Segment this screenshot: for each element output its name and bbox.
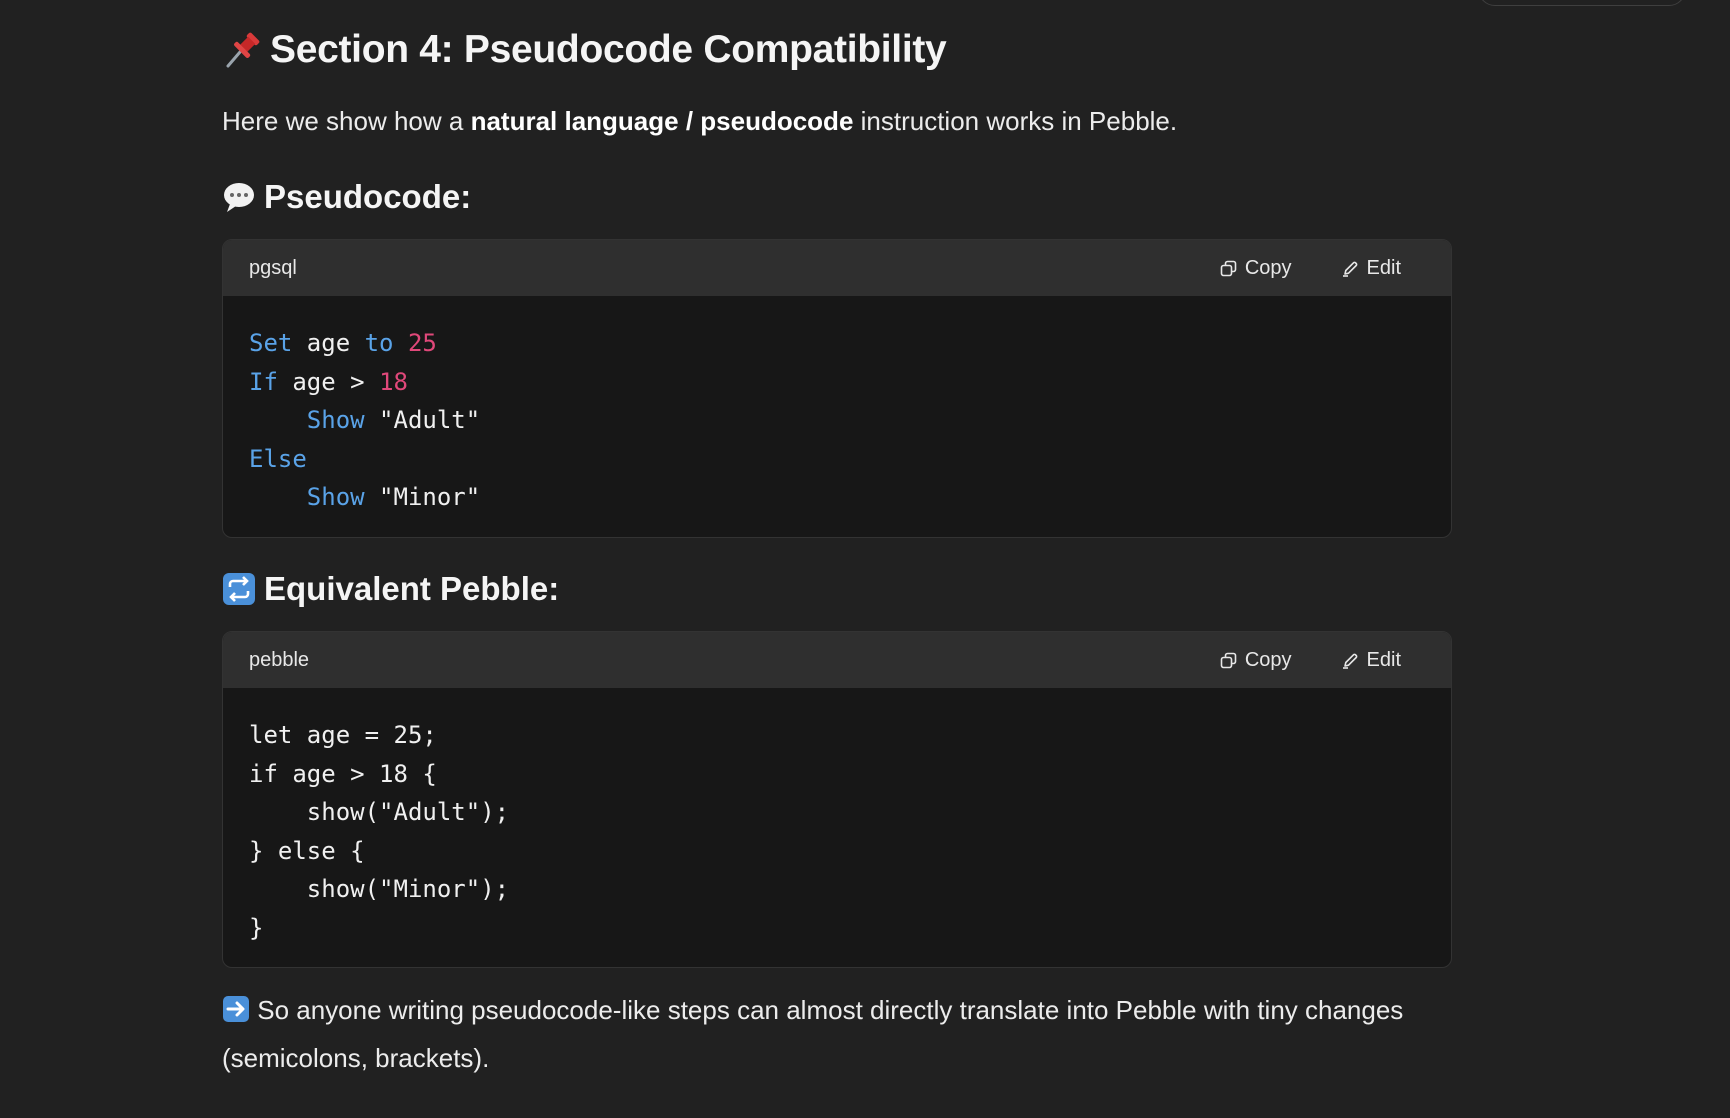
code-line: let age = 25; <box>249 721 437 749</box>
code-line: show("Minor"); <box>249 875 509 903</box>
code-text: "Minor" <box>364 483 481 511</box>
copy-label: Copy <box>1244 256 1292 279</box>
pushpin-icon <box>222 30 262 70</box>
pebble-code-block: pebble Copy Edit let age = 25; if age > … <box>222 631 1452 968</box>
intro-text-bold: natural language / pseudocode <box>470 106 854 136</box>
code-keyword: Show <box>306 483 365 511</box>
section-title-text: Section 4: Pseudocode Compatibility <box>270 28 947 71</box>
code-content: let age = 25; if age > 18 { show("Adult"… <box>223 688 1451 967</box>
code-text: if age > 18 { <box>249 759 437 788</box>
footer-paragraph: So anyone writing pseudocode-like steps … <box>222 988 1450 1080</box>
repeat-icon <box>222 572 256 606</box>
pseudocode-heading-text: Pseudocode: <box>264 178 472 215</box>
edit-button[interactable]: Edit <box>1342 649 1401 672</box>
pencil-icon <box>1342 261 1357 277</box>
code-keyword: Set <box>249 329 293 357</box>
footer-text: So anyone writing pseudocode-like steps … <box>222 995 1404 1073</box>
speech-bubble-icon <box>222 180 256 214</box>
intro-paragraph: Here we show how a natural language / ps… <box>222 106 1177 137</box>
code-keyword: If <box>249 367 278 396</box>
right-arrow-icon <box>222 992 250 1036</box>
code-block-header: pgsql Copy Edit <box>223 240 1451 296</box>
section-title: Section 4: Pseudocode Compatibility <box>222 28 947 72</box>
pseudocode-heading: Pseudocode: <box>222 178 471 216</box>
code-text: } else { <box>249 836 365 865</box>
code-text: show("Adult"); <box>249 798 510 826</box>
code-text: "Adult" <box>364 406 481 434</box>
pseudocode-code-block: pgsql Copy Edit Set age to 25 If age > 1… <box>222 239 1452 538</box>
copy-button[interactable]: Copy <box>1220 649 1292 672</box>
copy-button[interactable]: Copy <box>1220 257 1292 280</box>
code-line: if age > 18 { <box>249 760 437 788</box>
code-text: age <box>292 329 365 357</box>
pencil-icon <box>1342 653 1357 669</box>
code-line: Else <box>249 445 307 473</box>
intro-text-before: Here we show how a <box>222 106 471 136</box>
code-actions: Copy Edit <box>1220 257 1425 280</box>
copy-icon <box>1220 652 1237 668</box>
code-text: show("Minor"); <box>249 875 510 903</box>
code-text: } <box>249 913 264 942</box>
code-content: Set age to 25 If age > 18 Show "Adult" E… <box>223 296 1451 537</box>
code-actions: Copy Edit <box>1220 649 1425 672</box>
copy-label: Copy <box>1244 648 1292 671</box>
edit-button[interactable]: Edit <box>1342 257 1401 280</box>
code-keyword: Show <box>306 406 365 434</box>
top-pill-button[interactable] <box>1478 0 1686 6</box>
edit-label: Edit <box>1366 256 1401 279</box>
code-number: 25 <box>407 329 437 357</box>
code-keyword: to <box>364 329 394 357</box>
code-language-label: pgsql <box>249 256 297 279</box>
code-keyword: Else <box>249 444 307 473</box>
code-language-label: pebble <box>249 648 310 671</box>
code-line: show("Adult"); <box>249 798 509 826</box>
code-number: 18 <box>379 367 408 396</box>
code-text: age > <box>277 367 380 396</box>
code-line: If age > 18 <box>249 368 408 396</box>
pebble-heading-text: Equivalent Pebble: <box>264 570 560 607</box>
copy-icon <box>1220 260 1237 276</box>
code-line: Show "Minor" <box>249 483 480 511</box>
code-line: Show "Adult" <box>249 406 480 434</box>
code-line: } else { <box>249 837 365 865</box>
edit-label: Edit <box>1366 648 1401 671</box>
code-line: Set age to 25 <box>249 329 437 357</box>
code-line: } <box>249 914 263 942</box>
code-text: let age = 25; <box>249 721 437 749</box>
code-block-header: pebble Copy Edit <box>223 632 1451 688</box>
intro-text-after: instruction works in Pebble. <box>853 106 1178 136</box>
pebble-heading: Equivalent Pebble: <box>222 570 559 608</box>
